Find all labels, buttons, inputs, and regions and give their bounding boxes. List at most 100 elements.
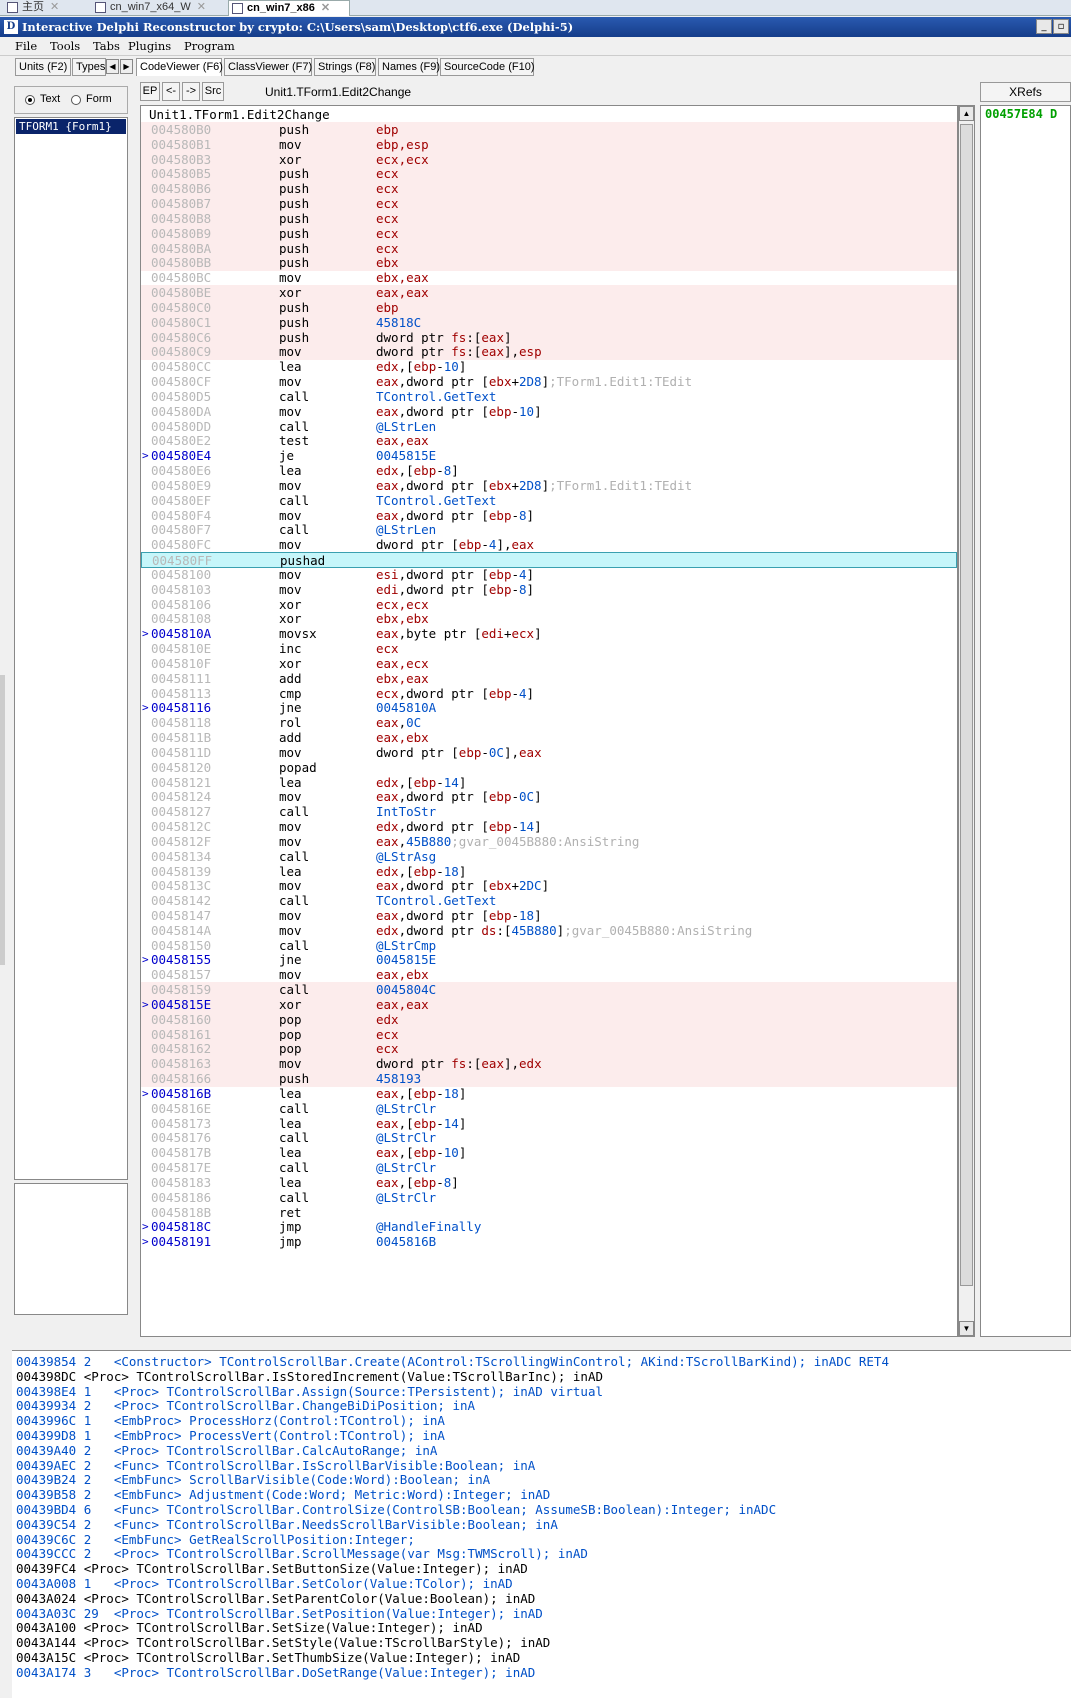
tab-types[interactable]: Types: [72, 58, 106, 76]
restore-button[interactable]: ▫: [1053, 19, 1069, 34]
code-row[interactable]: 00458157 mov eax,ebx: [141, 967, 957, 983]
code-row[interactable]: 00458139 lea edx,[ebp-18]: [141, 864, 957, 880]
code-row[interactable]: 00458124 mov eax,dword ptr [ebp-0C]: [141, 789, 957, 805]
code-row[interactable]: 004580BB push ebx: [141, 255, 957, 272]
code-row[interactable]: >0045818C jmp @HandleFinally: [141, 1219, 957, 1235]
menu-file[interactable]: File: [11, 37, 41, 56]
code-row[interactable]: 00458113 cmp ecx,dword ptr [ebp-4]: [141, 686, 957, 702]
xrefs-list[interactable]: 00457E84 D: [980, 105, 1071, 1337]
procedure-list-item[interactable]: 00439B24 2 <EmbFunc> ScrollBarVisible(Co…: [16, 1472, 490, 1488]
close-icon[interactable]: ✕: [50, 1, 59, 13]
code-row[interactable]: 004580BA push ecx: [141, 240, 957, 257]
code-row[interactable]: 004580F7 call @LStrLen: [141, 522, 957, 538]
code-row[interactable]: 00458166 push 458193: [141, 1071, 957, 1088]
code-row[interactable]: 00458100 mov esi,dword ptr [ebp-4]: [141, 567, 957, 583]
code-row[interactable]: 004580B8 push ecx: [141, 210, 957, 227]
procedure-list-item[interactable]: 00439B58 2 <EmbFunc> Adjustment(Code:Wor…: [16, 1487, 550, 1503]
code-row[interactable]: 004580B7 push ecx: [141, 196, 957, 213]
code-row[interactable]: 004580BC mov ebx,eax: [141, 270, 957, 286]
code-row[interactable]: 004580DA mov eax,dword ptr [ebp-10]: [141, 404, 957, 420]
code-row[interactable]: 00458121 lea edx,[ebp-14]: [141, 775, 957, 791]
procedure-list-item[interactable]: 00439934 2 <Proc> TControlScrollBar.Chan…: [16, 1398, 475, 1414]
code-row[interactable]: 0045817E call @LStrClr: [141, 1160, 957, 1176]
code-row[interactable]: >0045815E xor eax,eax: [141, 996, 957, 1013]
code-row[interactable]: 004580E9 mov eax,dword ptr [ebx+2D8];TForm…: [141, 478, 957, 494]
browser-tab-home[interactable]: 主页 ✕: [4, 0, 80, 16]
code-row[interactable]: 004580C0 push ebp: [141, 299, 957, 316]
code-row[interactable]: 004580C6 push dword ptr fs:[eax]: [141, 329, 957, 346]
code-row[interactable]: 00458163 mov dword ptr fs:[eax],edx: [141, 1056, 957, 1073]
procedure-list-item[interactable]: 00439A40 2 <Proc> TControlScrollBar.Calc…: [16, 1443, 437, 1459]
procedure-list-item[interactable]: 004398E4 1 <Proc> TControlScrollBar.Assi…: [16, 1384, 603, 1400]
browser-tab-vm-x86[interactable]: cn_win7_x86 ✕: [228, 0, 350, 16]
procedure-list-item[interactable]: 004398DC <Proc> TControlScrollBar.IsStor…: [16, 1369, 603, 1385]
procedure-list-item[interactable]: 00439854 2 <Constructor> TControlScrollB…: [16, 1354, 889, 1370]
radio-form[interactable]: [71, 95, 81, 105]
procedure-list-item[interactable]: 00439BD4 6 <Func> TControlScrollBar.Cont…: [16, 1502, 776, 1518]
tab-scroll-right-icon[interactable]: ▶: [120, 59, 133, 74]
unit-list[interactable]: TFORM1 {Form1}: [14, 117, 128, 1180]
procedure-list-item[interactable]: 004399D8 1 <EmbProc> ProcessVert(Control…: [16, 1428, 445, 1444]
code-row[interactable]: 0045810E inc ecx: [141, 641, 957, 657]
procedure-list-item[interactable]: 00439FC4 <Proc> TControlScrollBar.SetBut…: [16, 1561, 528, 1577]
procedure-list-item[interactable]: 00439C54 2 <Func> TControlScrollBar.Need…: [16, 1517, 558, 1533]
code-row[interactable]: 00458162 pop ecx: [141, 1041, 957, 1058]
code-row[interactable]: >00458116 jne 0045810A: [141, 700, 957, 716]
xref-item[interactable]: 00457E84 D: [985, 107, 1057, 121]
code-row[interactable]: 0045813C mov eax,dword ptr [ebx+2DC]: [141, 878, 957, 894]
code-row[interactable]: 00458176 call @LStrClr: [141, 1130, 957, 1146]
close-icon[interactable]: ✕: [321, 2, 330, 14]
unit-list-item-selected[interactable]: TFORM1 {Form1}: [16, 119, 126, 134]
code-row[interactable]: 0045811B add eax,ebx: [141, 730, 957, 746]
back-button[interactable]: <-: [162, 82, 180, 101]
code-row[interactable]: >00458155 jne 0045815E: [141, 952, 957, 968]
src-button[interactable]: Src: [202, 82, 224, 101]
tab-codeviewer[interactable]: CodeViewer (F6): [136, 58, 223, 76]
code-row[interactable]: 004580B1 mov ebp,esp: [141, 136, 957, 153]
scroll-up-icon[interactable]: ▲: [959, 106, 974, 121]
code-row[interactable]: 004580B6 push ecx: [141, 181, 957, 198]
minimize-button[interactable]: _: [1036, 19, 1052, 34]
radio-text[interactable]: [25, 95, 35, 105]
code-row[interactable]: 0045817B lea eax,[ebp-10]: [141, 1145, 957, 1161]
code-row[interactable]: >0045810A movsx eax,byte ptr [edi+ecx]: [141, 626, 957, 642]
code-row[interactable]: 0045814A mov edx,dword ptr ds:[45B880];gva…: [141, 923, 957, 939]
code-row[interactable]: 00458134 call @LStrAsg: [141, 849, 957, 865]
code-row[interactable]: 004580C9 mov dword ptr fs:[eax],esp: [141, 344, 957, 361]
code-row[interactable]: 00458111 add ebx,eax: [141, 671, 957, 687]
close-icon[interactable]: ✕: [197, 1, 206, 13]
procedure-list-item[interactable]: 0043A174 3 <Proc> TControlScrollBar.DoSe…: [16, 1665, 535, 1681]
code-row[interactable]: 004580C1 push 45818C: [141, 314, 957, 331]
procedure-list[interactable]: 00439854 2 <Constructor> TControlScrollB…: [12, 1350, 1071, 1698]
tab-scroll-left-icon[interactable]: ◀: [106, 59, 119, 74]
code-row[interactable]: 0045810F xor eax,ecx: [141, 656, 957, 672]
code-row[interactable]: 004580E6 lea edx,[ebp-8]: [141, 463, 957, 479]
code-row[interactable]: 004580B5 push ecx: [141, 166, 957, 183]
tab-names[interactable]: Names (F9): [378, 58, 440, 76]
code-row[interactable]: 00458183 lea eax,[ebp-8]: [141, 1175, 957, 1191]
menu-plugins[interactable]: Plugins: [124, 37, 175, 56]
code-row[interactable]: 00458150 call @LStrCmp: [141, 938, 957, 954]
entry-point-button[interactable]: EP: [140, 82, 160, 101]
code-scrollbar[interactable]: ▲ ▼: [958, 105, 975, 1337]
code-row[interactable]: 004580BE xor eax,eax: [141, 285, 957, 302]
code-row[interactable]: 00458106 xor ecx,ecx: [141, 597, 957, 613]
code-row[interactable]: 00458103 mov edi,dword ptr [ebp-8]: [141, 582, 957, 598]
code-row[interactable]: 004580DD call @LStrLen: [141, 419, 957, 435]
code-row[interactable]: >0045816B lea eax,[ebp-18]: [141, 1086, 957, 1102]
procedure-list-item[interactable]: 00439CCC 2 <Proc> TControlScrollBar.Scro…: [16, 1546, 588, 1562]
tab-units[interactable]: Units (F2): [15, 58, 71, 76]
code-row[interactable]: 004580F4 mov eax,dword ptr [ebp-8]: [141, 508, 957, 524]
left-splitter[interactable]: [0, 675, 5, 965]
code-row[interactable]: 00458108 xor ebx,ebx: [141, 611, 957, 627]
code-row[interactable]: 00458160 pop edx: [141, 1011, 957, 1028]
code-row[interactable]: 00458159 call 0045804C: [141, 982, 957, 999]
code-row[interactable]: 0045818B ret: [141, 1205, 957, 1221]
code-row[interactable]: 00458120 popad: [141, 760, 957, 776]
code-row[interactable]: >00458191 jmp 0045816B: [141, 1234, 957, 1250]
code-listing[interactable]: Unit1.TForm1.Edit2Change 004580B0 push ebp…: [140, 105, 958, 1337]
scroll-thumb[interactable]: [960, 124, 973, 1286]
procedure-list-item[interactable]: 00439AEC 2 <Func> TControlScrollBar.IsSc…: [16, 1458, 535, 1474]
procedure-list-item[interactable]: 00439C6C 2 <EmbFunc> GetRealScrollPositi…: [16, 1532, 415, 1548]
code-row[interactable]: 004580B3 xor ecx,ecx: [141, 151, 957, 168]
